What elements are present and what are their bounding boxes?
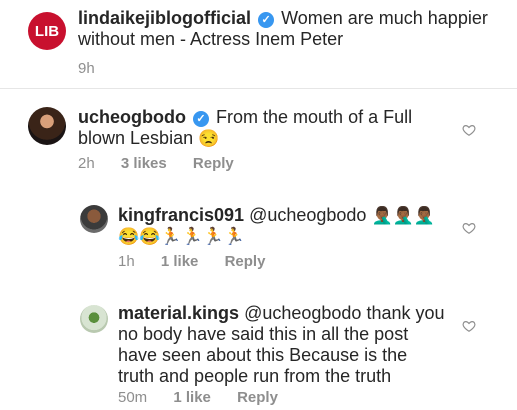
comment-meta: 50m 1 like Reply	[118, 389, 300, 406]
verified-badge-icon: ✓	[258, 12, 275, 28]
mention-link[interactable]: @ucheogbodo	[249, 205, 366, 225]
reply-button[interactable]: Reply	[193, 155, 234, 172]
comment-meta: 1h 1 like Reply	[118, 253, 287, 270]
comment-ucheogbodo: ucheogbodo ✓ From the mouth of a Full bl…	[0, 95, 517, 190]
comment-material-kings: material.kings @ucheogbodo thank you no …	[0, 295, 517, 410]
unamused-emoji-icon: 😒	[198, 129, 220, 148]
divider	[0, 88, 517, 89]
post-time: 9h	[78, 60, 95, 77]
avatar[interactable]	[80, 305, 108, 333]
likes-count[interactable]: 3 likes	[121, 155, 167, 172]
comment-text: material.kings @ucheogbodo thank you no …	[118, 303, 448, 387]
comment-time: 2h	[78, 155, 95, 172]
reply-button[interactable]: Reply	[237, 389, 278, 406]
heart-icon[interactable]	[462, 221, 476, 235]
likes-count[interactable]: 1 like	[173, 389, 211, 406]
avatar[interactable]	[28, 107, 66, 145]
mention-link[interactable]: @ucheogbodo	[244, 303, 361, 323]
comment-kingfrancis091: kingfrancis091 @ucheogbodo 🤦🏾‍♂️🤦🏾‍♂️🤦🏾‍…	[0, 195, 517, 290]
comment-username[interactable]: material.kings	[118, 303, 239, 323]
verified-badge-icon: ✓	[193, 111, 209, 127]
post-meta: 9h	[78, 60, 117, 77]
lib-avatar[interactable]: LIB	[28, 12, 66, 50]
comment-username[interactable]: kingfrancis091	[118, 205, 244, 225]
heart-icon[interactable]	[462, 123, 476, 137]
post-username[interactable]: lindaikejiblogofficial	[78, 8, 251, 28]
lib-logo-text: LIB	[34, 23, 60, 40]
post-caption: LIB lindaikejiblogofficial ✓ Women are m…	[0, 0, 517, 95]
facepalm-emoji-icon: 🤦🏾‍♂️🤦🏾‍♂️🤦🏾‍♂️	[371, 206, 435, 225]
comment-time: 50m	[118, 389, 148, 406]
comment-text: ucheogbodo ✓ From the mouth of a Full bl…	[78, 107, 458, 149]
caption-text: lindaikejiblogofficial ✓ Women are much …	[78, 8, 498, 50]
avatar[interactable]	[80, 205, 108, 233]
comment-time: 1h	[118, 253, 135, 270]
comment-username[interactable]: ucheogbodo	[78, 107, 186, 127]
comment-text: kingfrancis091 @ucheogbodo 🤦🏾‍♂️🤦🏾‍♂️🤦🏾‍…	[118, 205, 448, 247]
laughing-running-emoji-icon: 😂😂🏃🏃🏃🏃	[118, 227, 246, 246]
heart-icon[interactable]	[462, 319, 476, 333]
comment-meta: 2h 3 likes Reply	[78, 155, 256, 172]
likes-count[interactable]: 1 like	[161, 253, 199, 270]
reply-button[interactable]: Reply	[225, 253, 266, 270]
